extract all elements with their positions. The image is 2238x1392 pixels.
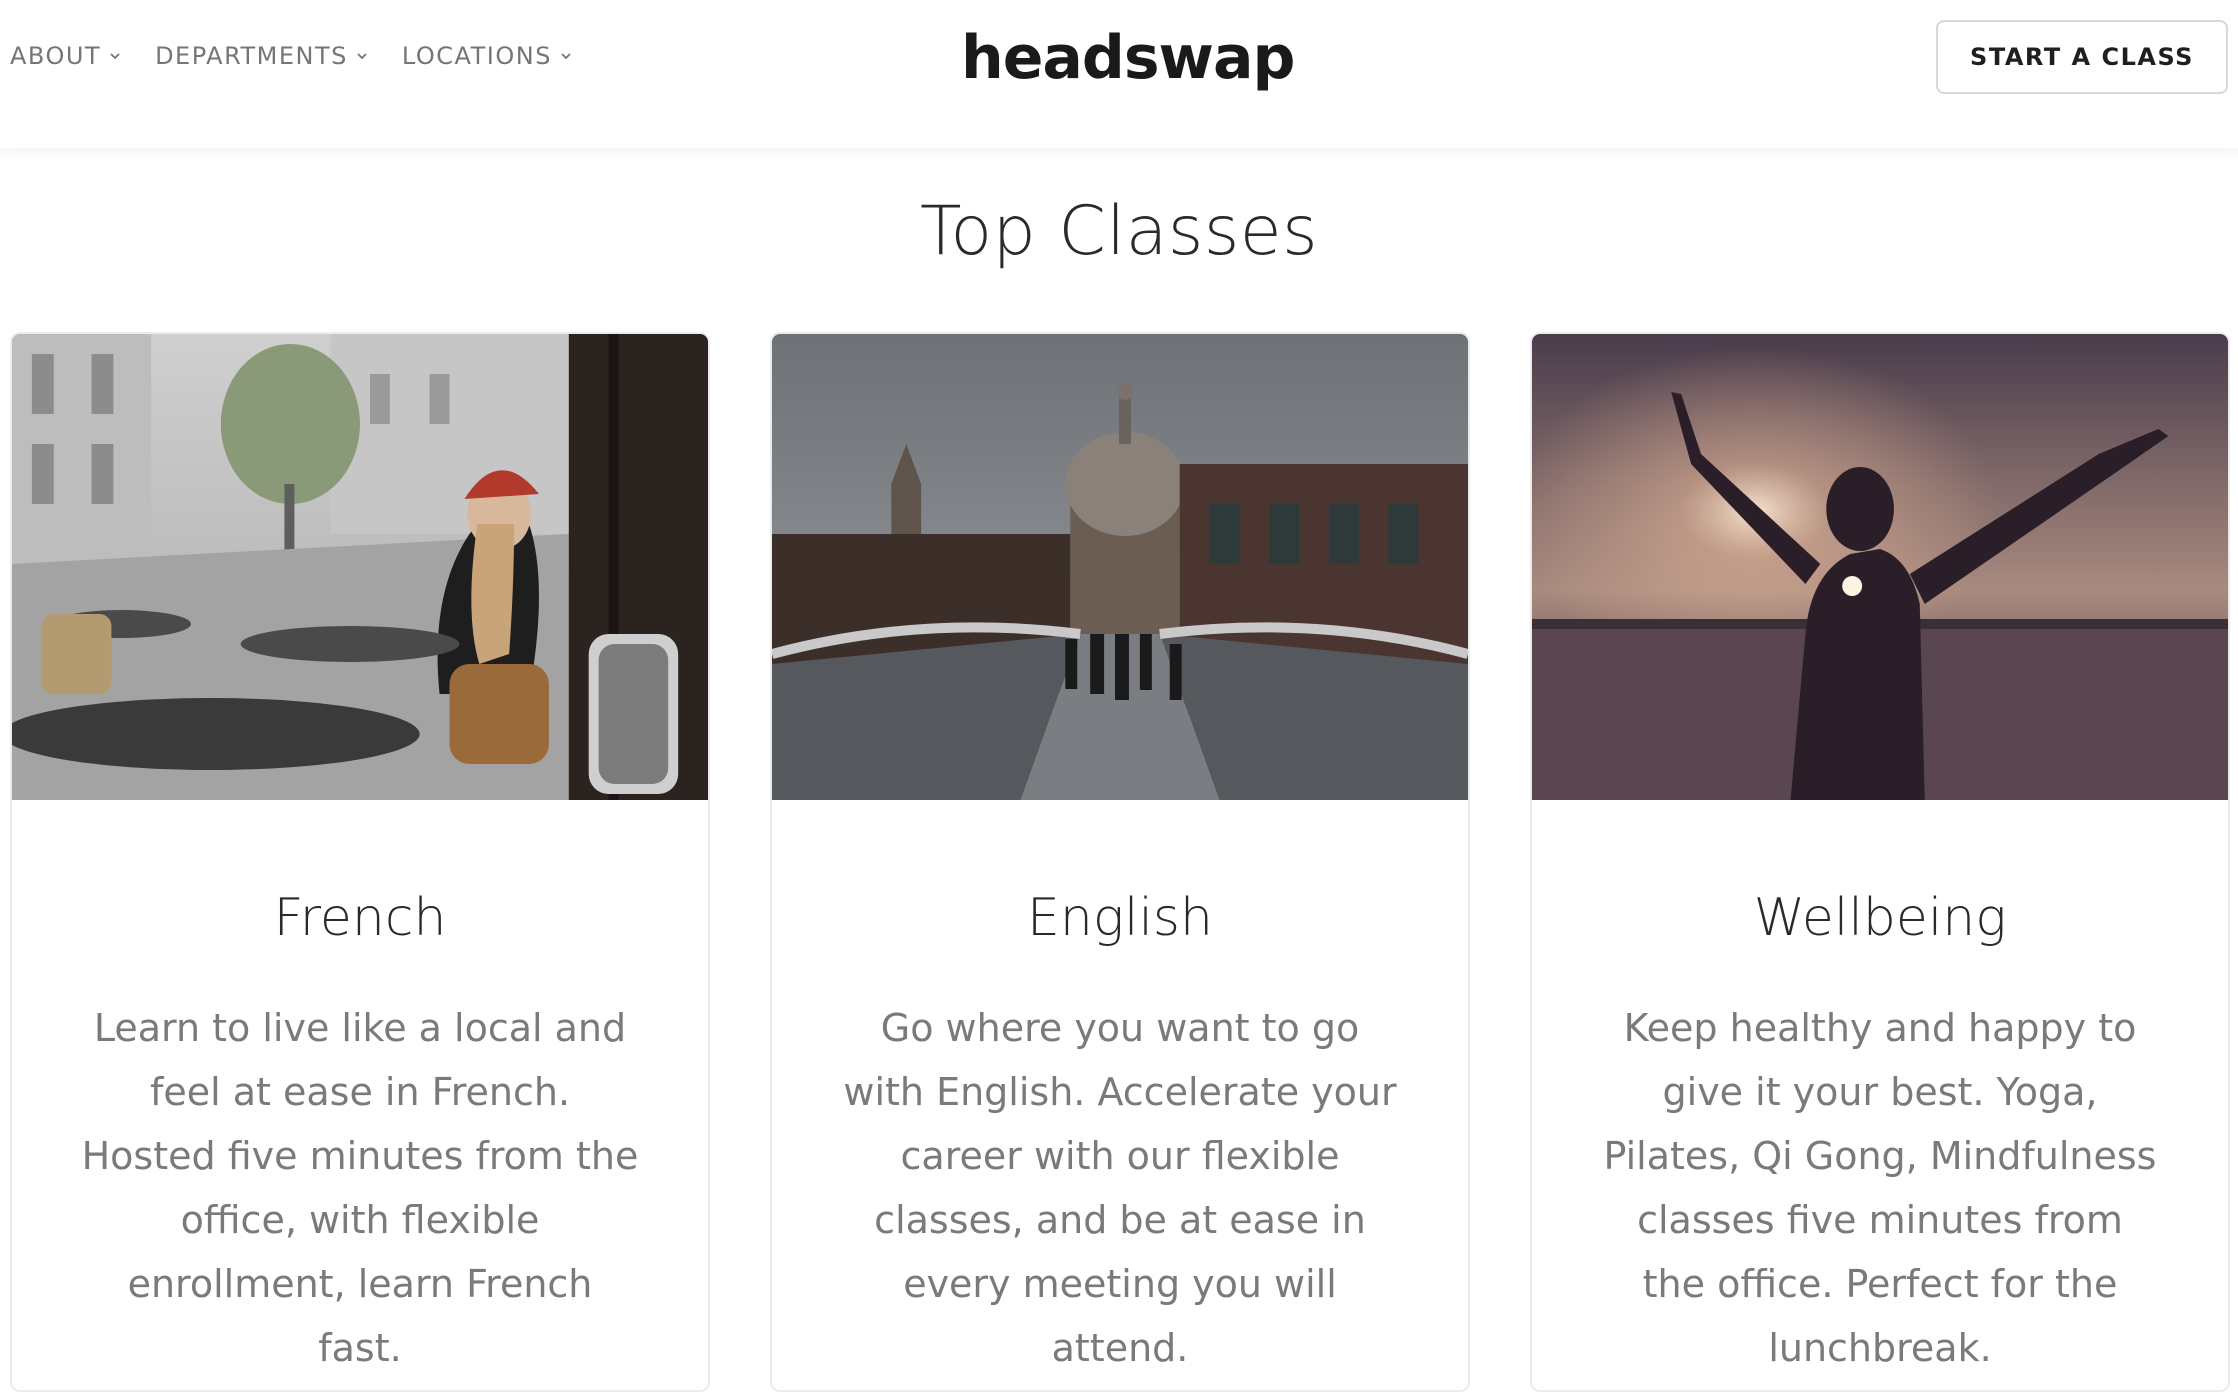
chevron-down-icon [561, 53, 571, 60]
chevron-down-icon [110, 53, 120, 60]
class-card-description: Learn to live like a local and feel at e… [81, 1006, 639, 1370]
class-card-image[interactable] [1532, 334, 2228, 800]
main-nav: ABOUT DEPARTMENTS LOCATIONS [10, 42, 572, 70]
class-card-title[interactable]: French [12, 888, 708, 948]
start-class-button[interactable]: START A CLASS [1936, 20, 2228, 94]
nav-item-label: LOCATIONS [401, 42, 552, 70]
class-card-french[interactable]: French Learn to live like a local and fe… [10, 332, 710, 1392]
london-bridge-photo [772, 334, 1468, 800]
class-card-image[interactable] [12, 334, 708, 800]
nav-item-locations[interactable]: LOCATIONS [402, 42, 572, 70]
class-card-english[interactable]: English Go where you want to go with Eng… [770, 332, 1470, 1392]
nav-item-label: ABOUT [10, 42, 102, 70]
section-title: Top Classes [919, 192, 1319, 271]
paris-cafe-photo [12, 334, 708, 800]
nav-item-departments[interactable]: DEPARTMENTS [155, 42, 368, 70]
class-card-image[interactable] [772, 334, 1468, 800]
nav-item-about[interactable]: ABOUT [10, 42, 121, 70]
class-card-description: Keep healthy and happy to give it your b… [1603, 1006, 2157, 1370]
brand-logo[interactable]: headswap [961, 18, 1295, 98]
nav-item-label: DEPARTMENTS [155, 42, 348, 70]
sunset-arms-raised-photo [1532, 334, 2228, 800]
class-card-title[interactable]: English [772, 888, 1468, 948]
chevron-down-icon [357, 53, 367, 60]
class-card-title[interactable]: Wellbeing [1532, 888, 2228, 948]
site-header: ABOUT DEPARTMENTS LOCATIONS headswap STA… [0, 0, 2238, 148]
class-card-description: Go where you want to go with English. Ac… [843, 1006, 1397, 1370]
class-card-wellbeing[interactable]: Wellbeing Keep healthy and happy to give… [1530, 332, 2230, 1392]
